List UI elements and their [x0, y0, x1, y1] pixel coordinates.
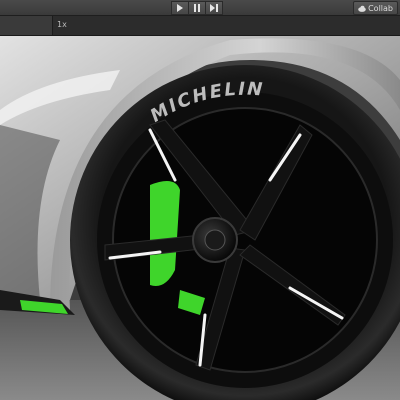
pause-icon [194, 4, 200, 12]
car-wheel-render: MICHELIN [0, 36, 400, 400]
editor-toolbar: Collab [0, 0, 400, 16]
collab-label: Collab [368, 3, 393, 13]
cloud-icon [358, 5, 366, 12]
play-icon [177, 4, 183, 12]
pause-button[interactable] [188, 1, 206, 15]
playback-controls [171, 1, 223, 15]
step-forward-icon [209, 4, 218, 12]
step-button[interactable] [205, 1, 223, 15]
game-view-header: 1x [0, 16, 400, 36]
collab-button[interactable]: Collab [353, 1, 398, 15]
game-view-tab[interactable] [0, 16, 53, 35]
scale-label[interactable]: 1x [57, 20, 67, 29]
game-viewport[interactable]: MICHELIN [0, 36, 400, 400]
play-button[interactable] [171, 1, 189, 15]
